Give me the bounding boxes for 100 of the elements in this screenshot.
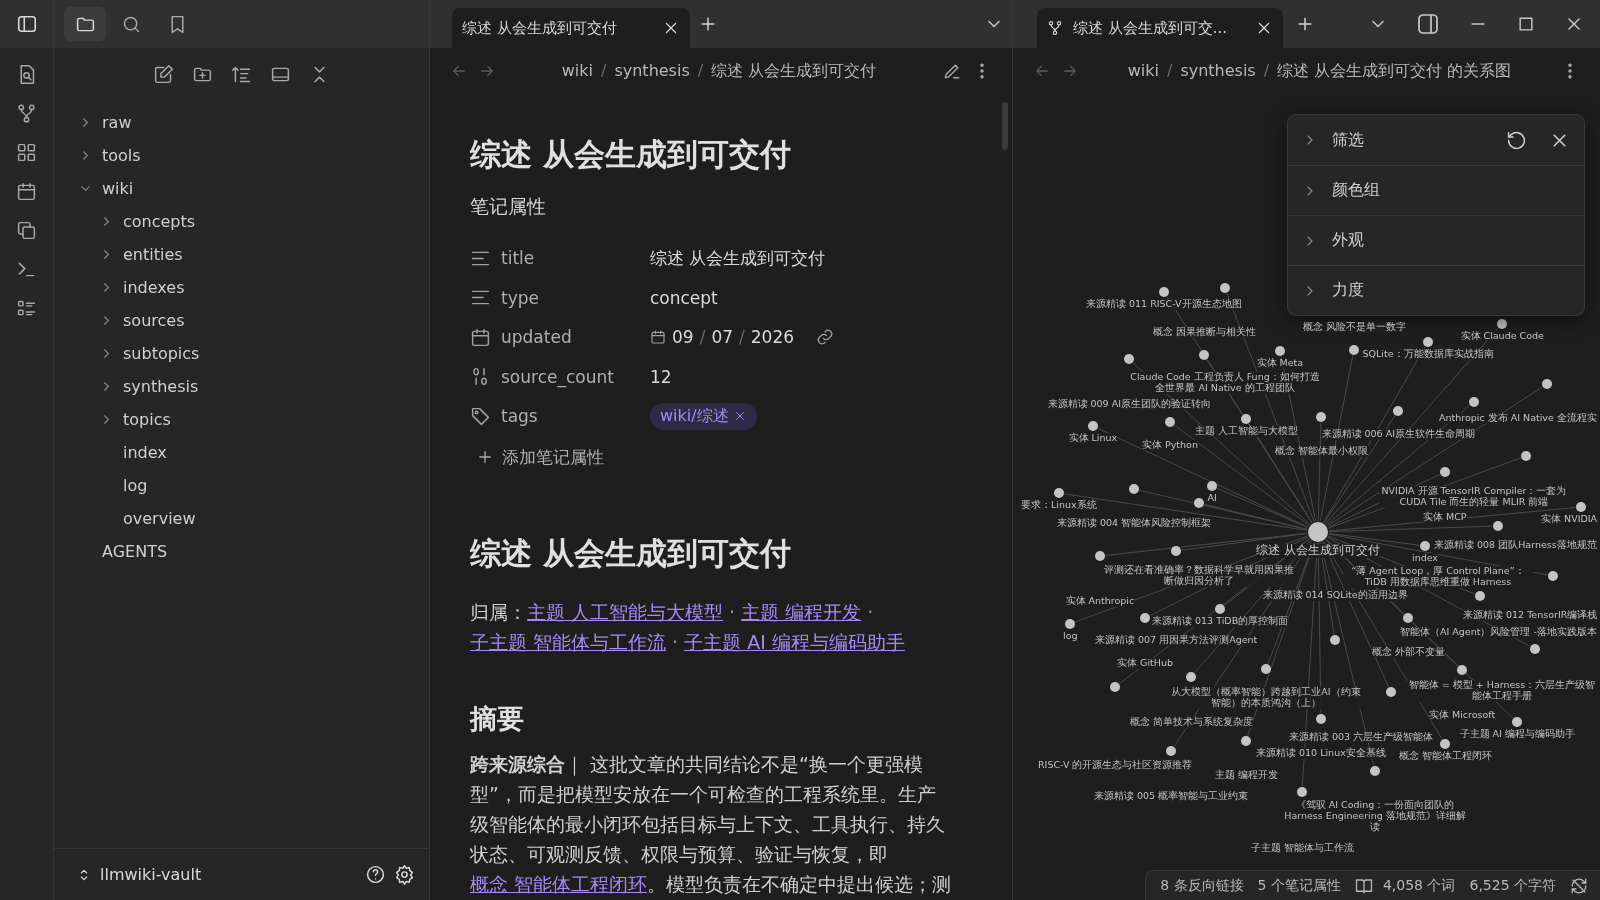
settings-section[interactable]: 外观 (1332, 230, 1570, 251)
graph-node[interactable] (1370, 766, 1380, 776)
note-link[interactable]: 主题 人工智能与大模型 (527, 601, 724, 624)
note-tab[interactable]: 综述 从会生成到可交付 (452, 8, 690, 48)
graph-node[interactable] (1386, 687, 1396, 697)
node-label[interactable]: log (1063, 631, 1078, 642)
property-value[interactable]: 综述 从会生成到可交付 (650, 246, 826, 270)
folder-item[interactable]: raw (98, 111, 136, 134)
graph-node[interactable] (1199, 350, 1209, 360)
graph-node[interactable] (1469, 397, 1479, 407)
maximize-icon[interactable] (1516, 14, 1536, 34)
node-label[interactable]: 来源精读 009 AI原生团队的验证转向 (1047, 399, 1211, 410)
graph-node[interactable] (1308, 522, 1328, 542)
node-label[interactable]: Claude Code 工程负责人 Fung：如何打造全世界最 AI Native 的工程团队 (1130, 372, 1320, 394)
help-icon[interactable] (365, 864, 386, 885)
center-node-label[interactable]: 综述 从会生成到可交付 (1256, 544, 1380, 558)
node-label[interactable]: 子主题 AI 编程与编码助手 (1459, 729, 1575, 740)
node-label[interactable]: 实体 Anthropic (1065, 596, 1135, 607)
sidebar-tab[interactable] (64, 7, 106, 41)
graph-node[interactable] (1297, 787, 1307, 797)
sidebar-toggle-icon[interactable] (15, 13, 38, 35)
node-label[interactable]: 来源精读 013 TiDB的厚控制面 (1152, 616, 1289, 627)
node-label[interactable]: 概念 智能体工程闭环 (1398, 751, 1492, 762)
graph-node[interactable] (1140, 613, 1150, 623)
sync-icon[interactable] (1570, 876, 1588, 895)
breadcrumb-item[interactable]: wiki (561, 60, 593, 82)
copy-icon[interactable] (16, 220, 37, 241)
node-label[interactable]: 实体 Meta (1256, 358, 1304, 369)
graph-node[interactable] (1493, 521, 1503, 531)
node-label[interactable]: 实体 Linux (1068, 433, 1118, 444)
node-label[interactable]: 实体 Claude Code (1460, 331, 1544, 342)
right-sidebar-toggle-icon[interactable] (1416, 12, 1440, 36)
graph-node[interactable] (1159, 287, 1169, 297)
graph-tab[interactable]: 综述 从会生成到可交... (1037, 8, 1283, 48)
graph-node[interactable] (1215, 604, 1225, 614)
calendar-icon[interactable] (16, 181, 37, 202)
property-value[interactable]: 12 (650, 366, 672, 387)
edit-icon[interactable] (942, 61, 962, 81)
breadcrumb-item[interactable]: 综述 从会生成到可交付 (711, 60, 877, 82)
grid-icon[interactable] (16, 142, 37, 163)
property-name[interactable]: tags (501, 406, 538, 427)
node-label[interactable]: 概念 因果推断与相关性 (1152, 327, 1256, 338)
node-label[interactable]: 来源精读 012 TensorIR编译栈 (1463, 610, 1598, 621)
note-link[interactable]: 概念 智能体工程闭环 (470, 873, 648, 896)
graph-node[interactable] (1330, 635, 1340, 645)
file-item[interactable]: AGENTS (98, 540, 172, 563)
node-label[interactable]: 概念 简单技术与系统复杂度 (1129, 717, 1253, 728)
graph-node[interactable] (1166, 746, 1176, 756)
graph-node[interactable] (1316, 412, 1326, 422)
file-item[interactable]: log (119, 474, 152, 497)
node-label[interactable]: 来源精读 004 智能体风险控制框架 (1057, 518, 1212, 529)
node-label[interactable]: 实体 MCP (1423, 512, 1467, 523)
node-label[interactable]: 评测还在看准确率？数据科学早就用因果推断做归因分析了 (1104, 565, 1294, 587)
folder-item[interactable]: concepts (119, 210, 200, 233)
graph-node[interactable] (1065, 619, 1075, 629)
graph-node[interactable] (1186, 672, 1196, 682)
breadcrumb-item[interactable]: 综述 从会生成到可交付 的关系图 (1277, 60, 1512, 82)
graph-node[interactable] (1349, 345, 1359, 355)
graph-node[interactable] (1521, 451, 1531, 461)
graph-node[interactable] (1440, 467, 1450, 477)
graph-node[interactable] (1423, 337, 1433, 347)
node-label[interactable]: 主题 人工智能与大模型 (1194, 426, 1298, 437)
node-label[interactable]: 实体 Microsoft (1429, 710, 1496, 721)
property-name[interactable]: updated (501, 327, 572, 348)
note-link[interactable]: 子主题 智能体与工作流 (470, 631, 667, 654)
file-item[interactable]: index (119, 441, 171, 464)
node-label[interactable]: 来源精读 011 RISC-V开源生态地图 (1086, 299, 1242, 310)
graph-node[interactable] (1316, 714, 1326, 724)
folder-item[interactable]: synthesis (119, 375, 203, 398)
node-label[interactable]: 概念 外部不变量 (1371, 647, 1445, 658)
node-label[interactable]: 来源精读 006 AI原生软件生命周期 (1321, 429, 1475, 440)
vault-name[interactable]: llmwiki-vault (100, 865, 357, 884)
graph-node[interactable] (1165, 417, 1175, 427)
graph-node[interactable] (1548, 571, 1558, 581)
graph-node[interactable] (1054, 488, 1064, 498)
folder-item[interactable]: subtopics (119, 342, 204, 365)
breadcrumb-item[interactable]: wiki (1127, 60, 1159, 82)
node-label[interactable]: 概念 智能体最小权限 (1274, 446, 1368, 457)
tag-pill[interactable]: wiki/综述 (650, 402, 757, 430)
date-part[interactable]: 07 (711, 327, 733, 348)
status-item[interactable]: 5 个笔记属性 (1257, 876, 1341, 895)
node-label[interactable]: 从大模型（概率智能）跨越到工业AI（约束智能）的本质鸿沟（上） (1171, 687, 1361, 709)
graph-node[interactable] (1110, 682, 1120, 692)
link-icon[interactable] (816, 328, 834, 347)
node-label[interactable]: RISC-V 的开源生态与社区资源推荐 (1038, 760, 1193, 771)
graph-node[interactable] (1275, 346, 1285, 356)
graph-node[interactable] (1420, 541, 1430, 551)
folder-item[interactable]: tools (98, 144, 145, 167)
node-label[interactable]: 子主题 智能体与工作流 (1250, 843, 1354, 854)
node-label[interactable]: 来源精读 007 用因果方法评测Agent (1095, 635, 1258, 646)
property-type-icon[interactable] (470, 326, 491, 348)
node-label[interactable]: 概念 风险不是单一数字 (1302, 322, 1406, 333)
graph-node[interactable] (1129, 484, 1139, 494)
graph-node[interactable] (1530, 644, 1540, 654)
settings-section[interactable]: 力度 (1332, 280, 1570, 301)
graph-node[interactable] (1457, 665, 1467, 675)
property-value[interactable]: concept (650, 287, 718, 308)
property-type-icon[interactable] (470, 405, 491, 427)
graph-node[interactable] (1241, 736, 1251, 746)
graph-node[interactable] (1088, 421, 1098, 431)
